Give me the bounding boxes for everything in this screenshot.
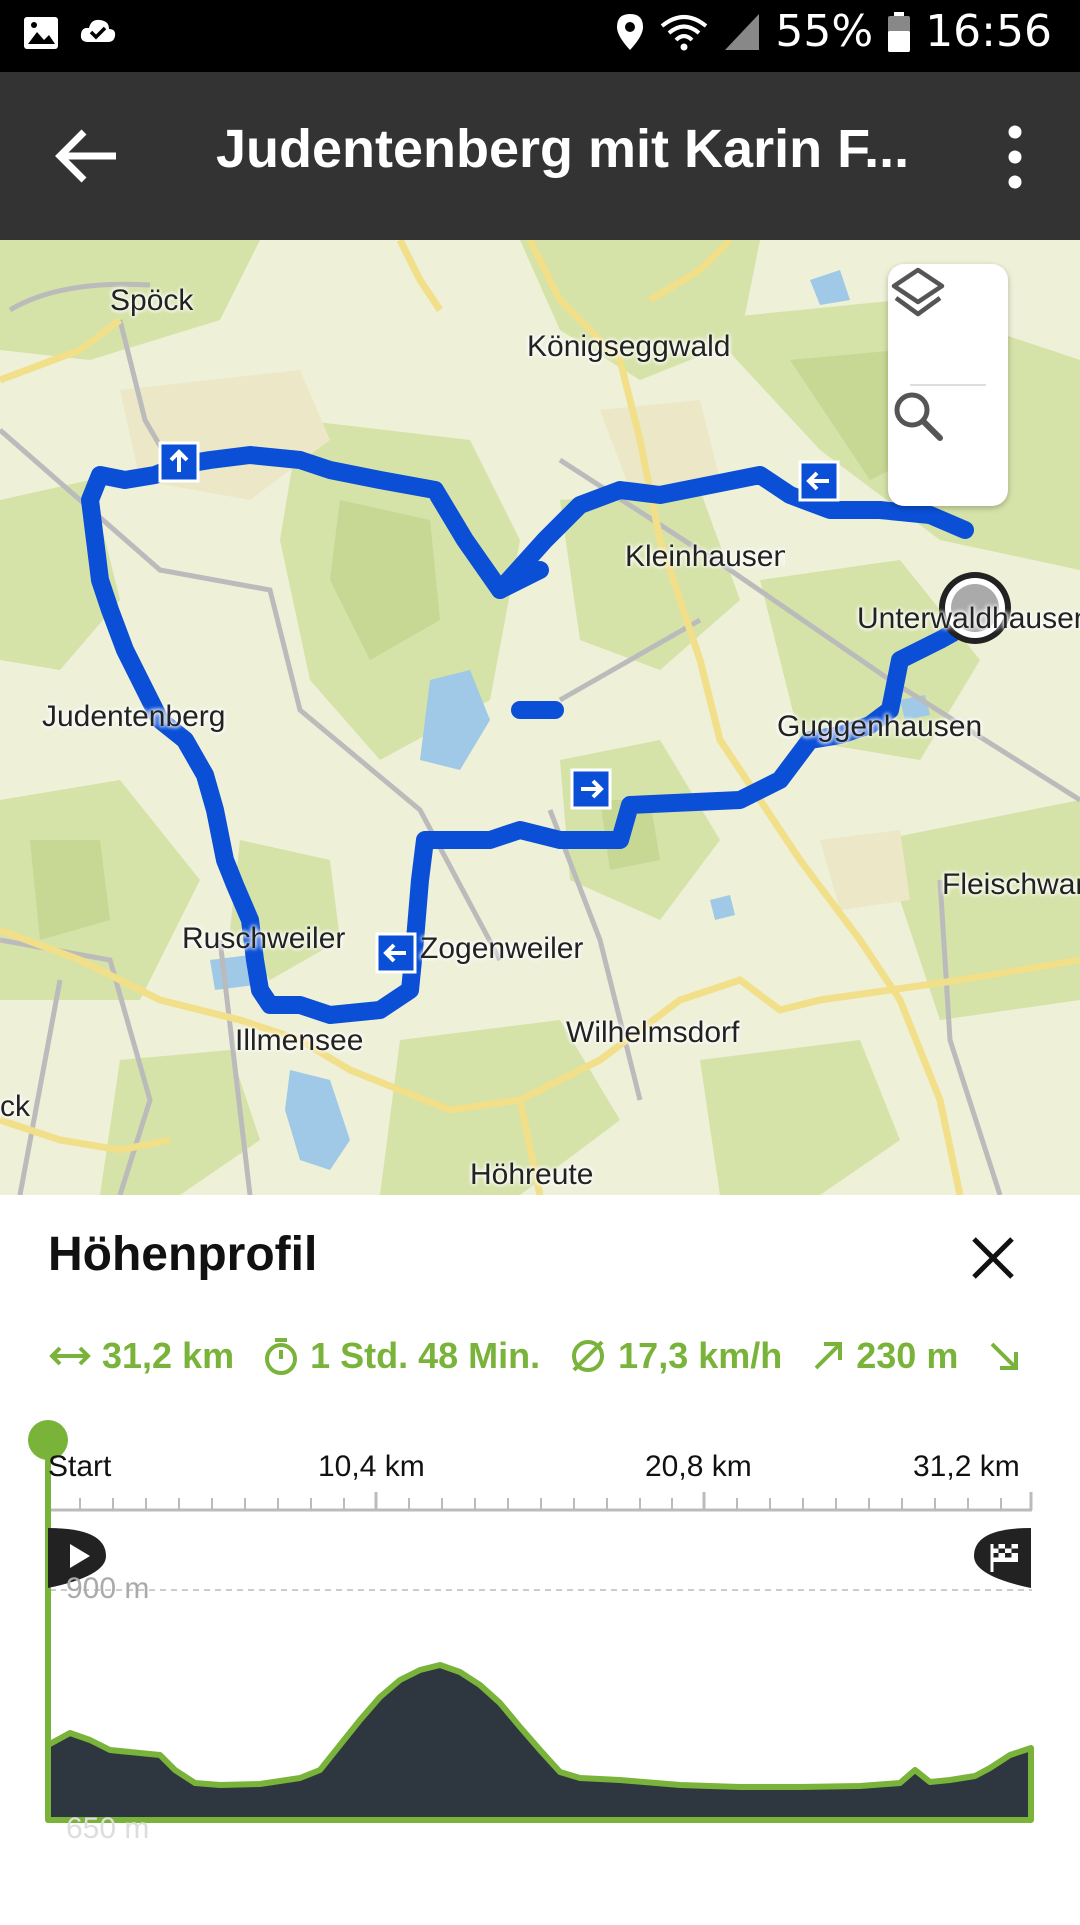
wifi-icon	[661, 14, 708, 50]
location-icon	[617, 13, 644, 50]
y-axis-label: 900 m	[66, 1572, 150, 1605]
map-view[interactable]: Spöck Königseggwald Kleinhausen Unterwal…	[0, 240, 1080, 1195]
search-icon	[894, 392, 943, 441]
y-axis-label: 650 m	[66, 1812, 150, 1845]
map-label: Wilhelmsdorf	[566, 1016, 740, 1049]
stat-descent	[986, 1338, 1022, 1374]
close-icon[interactable]	[966, 1231, 1020, 1285]
finish-flag-icon	[974, 1528, 1031, 1588]
x-axis-label: 10,4 km	[318, 1450, 425, 1483]
tour-stats: 31,2 km 1 Std. 48 Min. 17,3 km/h 230 m	[48, 1335, 1022, 1377]
stat-duration-value: 1 Std. 48 Min.	[310, 1335, 541, 1376]
map-label: Zogenweiler	[420, 932, 584, 965]
more-vert-icon[interactable]	[985, 112, 1045, 202]
map-label: Königseggwald	[527, 330, 731, 363]
stat-speed: 17,3 km/h	[568, 1335, 782, 1377]
map-label: Spöck	[110, 284, 194, 317]
elevation-panel: Höhenprofil 31,2 km 1 Std. 48 Min. 17,3 …	[0, 1195, 1080, 1920]
image-icon	[24, 17, 58, 49]
map-label: Unterwaldhausen	[857, 602, 1080, 635]
distance-icon	[49, 1346, 91, 1366]
signal-icon	[725, 13, 760, 50]
map-label: Guggenhausen	[777, 710, 983, 743]
average-speed-icon	[572, 1340, 605, 1372]
stat-ascent: 230 m	[810, 1335, 958, 1377]
back-arrow-icon[interactable]	[44, 112, 132, 200]
map-label: ck	[0, 1090, 30, 1123]
battery-percent: 55%	[775, 6, 874, 57]
cloud-check-icon	[80, 19, 116, 42]
map-label: Fleischwangen	[942, 868, 1080, 901]
clock: 16:56	[925, 6, 1052, 57]
map-label: Kleinhausen	[625, 540, 785, 573]
stat-duration: 1 Std. 48 Min.	[262, 1335, 540, 1377]
page-title: Judentenberg mit Karin F...	[216, 119, 910, 179]
ascent-icon	[814, 1342, 843, 1370]
map-controls	[888, 264, 1008, 506]
status-bar: 55% 16:56	[0, 0, 1080, 72]
x-axis-label: Start	[48, 1450, 112, 1483]
stat-ascent-value: 230 m	[856, 1335, 959, 1376]
map-label: Höhreute	[470, 1158, 594, 1191]
elevation-profile[interactable]: Start 10,4 km 20,8 km 31,2 km 900 m 650 …	[0, 1400, 1080, 1920]
battery-icon	[888, 11, 911, 52]
timer-icon	[265, 1338, 298, 1375]
descent-icon	[990, 1342, 1019, 1370]
x-axis-label: 31,2 km	[913, 1450, 1020, 1483]
search-button[interactable]	[888, 386, 1008, 506]
elevation-area	[45, 1662, 1034, 1823]
stat-distance-value: 31,2 km	[102, 1335, 235, 1376]
layers-icon	[891, 267, 945, 317]
map-label: Illmensee	[235, 1024, 364, 1057]
app-bar: Judentenberg mit Karin F...	[0, 72, 1080, 240]
stat-distance: 31,2 km	[48, 1335, 234, 1377]
x-axis-label: 20,8 km	[645, 1450, 752, 1483]
map-label: Judentenberg	[42, 700, 226, 733]
stat-speed-value: 17,3 km/h	[618, 1335, 783, 1376]
panel-title: Höhenprofil	[48, 1228, 318, 1281]
layers-button[interactable]	[888, 264, 1008, 384]
map-label: Ruschweiler	[182, 922, 346, 955]
